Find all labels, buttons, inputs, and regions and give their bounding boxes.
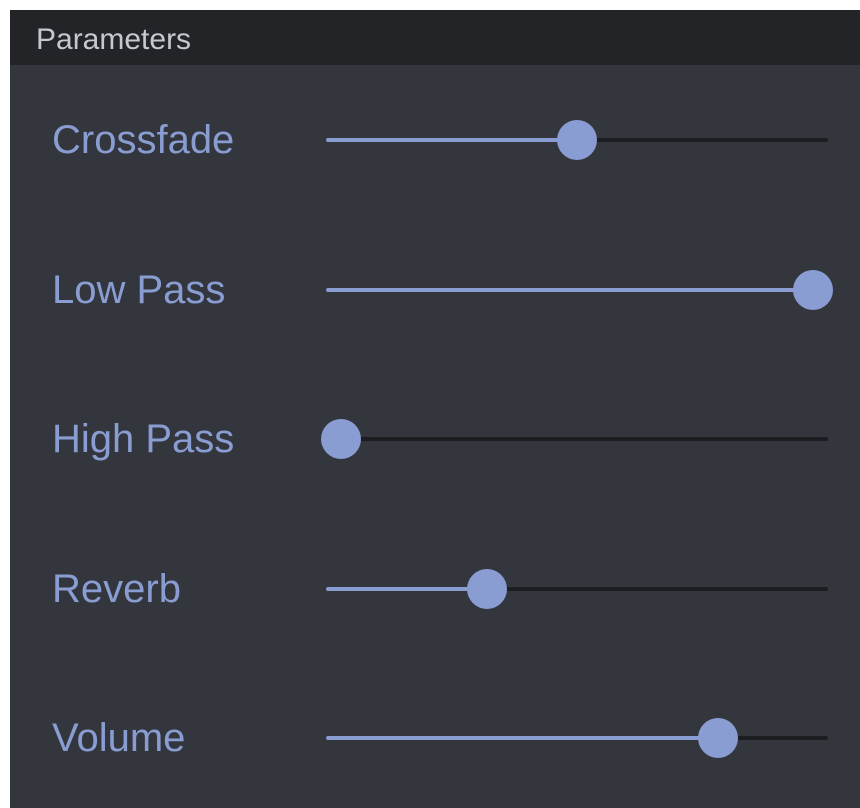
param-row-low-pass: Low Pass xyxy=(10,250,860,330)
slider-fill xyxy=(326,587,487,591)
param-row-reverb: Reverb xyxy=(10,549,860,629)
low-pass-slider[interactable] xyxy=(326,270,833,310)
parameters-panel: Parameters Crossfade Low Pass High Pass … xyxy=(10,10,860,808)
volume-slider[interactable] xyxy=(326,718,828,758)
high-pass-slider[interactable] xyxy=(321,419,828,459)
crossfade-slider[interactable] xyxy=(326,120,828,160)
slider-track xyxy=(326,437,828,441)
slider-thumb[interactable] xyxy=(466,569,507,609)
crossfade-label: Crossfade xyxy=(52,118,235,162)
slider-fill xyxy=(326,736,718,740)
param-row-crossfade: Crossfade xyxy=(10,100,860,180)
slider-fill xyxy=(326,138,577,142)
param-row-volume: Volume xyxy=(10,698,860,778)
low-pass-label: Low Pass xyxy=(52,268,226,312)
panel-header: Parameters xyxy=(10,10,860,65)
high-pass-label: High Pass xyxy=(52,417,235,461)
slider-thumb[interactable] xyxy=(697,718,738,758)
slider-thumb[interactable] xyxy=(321,419,362,459)
reverb-slider[interactable] xyxy=(326,569,828,609)
param-row-high-pass: High Pass xyxy=(10,399,860,479)
volume-label: Volume xyxy=(52,716,186,760)
reverb-label: Reverb xyxy=(52,567,181,611)
slider-fill xyxy=(326,288,813,292)
slider-thumb[interactable] xyxy=(557,120,597,160)
panel-title: Parameters xyxy=(36,23,192,56)
slider-thumb[interactable] xyxy=(792,270,833,310)
